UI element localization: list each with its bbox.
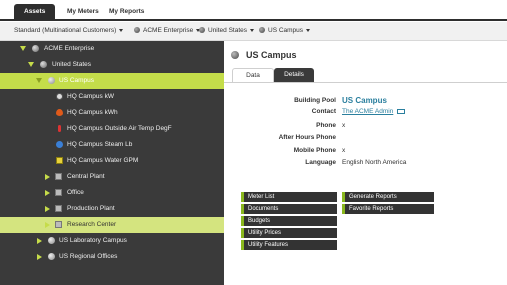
building-icon: [55, 221, 62, 228]
top-nav: Assets My Meters My Reports: [0, 0, 507, 21]
tab-data[interactable]: Data: [232, 68, 274, 82]
tree-item-label: HQ Campus kW: [67, 93, 114, 100]
building-pool-value: US Campus: [342, 96, 387, 105]
language-label: Language: [305, 159, 336, 166]
budgets-button[interactable]: Budgets: [241, 216, 337, 226]
chevron-down-icon: [250, 28, 255, 32]
tree-item-label: Central Plant: [67, 173, 105, 180]
expand-down-icon[interactable]: [20, 46, 26, 51]
tree-item-campus[interactable]: US Regional Offices: [0, 249, 224, 265]
chevron-down-icon: [306, 28, 311, 32]
page-title: US Campus: [246, 50, 297, 60]
flame-icon: [56, 109, 63, 116]
globe-icon: [40, 61, 47, 68]
tree-item-building[interactable]: Office: [0, 185, 224, 201]
tab-my-reports[interactable]: My Reports: [99, 4, 154, 19]
breadcrumb-enterprise-label: ACME Enterprise: [143, 27, 194, 34]
phone-label: Phone: [316, 122, 336, 129]
expand-right-icon[interactable]: [45, 222, 50, 228]
tree-item-label: Production Plant: [67, 205, 115, 212]
building-pool-label: Building Pool: [294, 97, 336, 104]
building-icon: [55, 173, 62, 180]
breadcrumb-standard[interactable]: Standard (Multinational Customers): [14, 27, 124, 34]
tree-item-label: Office: [67, 189, 84, 196]
utility-features-button[interactable]: Utility Features: [241, 240, 337, 250]
tree-item-country[interactable]: United States: [0, 57, 224, 73]
tree-item-building[interactable]: Production Plant: [0, 201, 224, 217]
divider: [224, 82, 507, 83]
expand-right-icon[interactable]: [37, 238, 42, 244]
tab-details[interactable]: Details: [274, 68, 314, 82]
utility-prices-button[interactable]: Utility Prices: [241, 228, 337, 238]
phone-value: x: [342, 122, 346, 129]
building-icon: [55, 205, 62, 212]
breadcrumb-standard-label: Standard (Multinational Customers): [14, 27, 117, 34]
tree-item-label: US Laboratory Campus: [59, 237, 127, 244]
language-value: English North America: [342, 159, 407, 166]
campus-icon: [231, 51, 239, 59]
meter-kw-icon: [56, 93, 63, 100]
campus-icon: [48, 253, 55, 260]
tree-item-meter[interactable]: HQ Campus Steam Lb: [0, 137, 224, 153]
breadcrumb-campus[interactable]: US Campus: [259, 27, 311, 34]
mobile-phone-value: x: [342, 147, 346, 154]
tree-item-meter[interactable]: HQ Campus kW: [0, 89, 224, 105]
breadcrumb-country-label: United States: [208, 27, 248, 34]
thermometer-icon: [58, 125, 61, 132]
steam-icon: [56, 141, 63, 148]
tree-item-meter[interactable]: HQ Campus kWh: [0, 105, 224, 121]
generate-reports-button[interactable]: Generate Reports: [342, 192, 434, 202]
globe-icon: [134, 27, 140, 34]
tree-item-label: US Campus: [59, 77, 95, 84]
mobile-phone-label: Mobile Phone: [293, 147, 336, 154]
tree-item-label: US Regional Offices: [59, 253, 118, 260]
email-icon[interactable]: [397, 108, 406, 114]
tree-item-label: Research Center: [67, 221, 117, 228]
meter-list-button[interactable]: Meter List: [241, 192, 337, 202]
campus-icon: [48, 237, 55, 244]
favorite-reports-button[interactable]: Favorite Reports: [342, 204, 434, 214]
chevron-down-icon: [119, 28, 124, 32]
tab-assets[interactable]: Assets: [14, 4, 56, 19]
building-icon: [55, 189, 62, 196]
contact-link[interactable]: The ACME Admin: [342, 108, 393, 115]
globe-icon: [32, 45, 39, 52]
globe-icon: [259, 27, 265, 34]
expand-down-icon[interactable]: [28, 62, 34, 67]
documents-button[interactable]: Documents: [241, 204, 337, 214]
expand-right-icon[interactable]: [45, 190, 50, 196]
after-hours-phone-label: After Hours Phone: [278, 134, 336, 141]
tree-item-enterprise[interactable]: ACME Enterprise: [0, 41, 224, 57]
tree-item-campus[interactable]: US Laboratory Campus: [0, 233, 224, 249]
expand-down-icon[interactable]: [36, 78, 42, 83]
tree-item-meter[interactable]: HQ Campus Outside Air Temp DegF: [0, 121, 224, 137]
tree-item-label: ACME Enterprise: [44, 45, 95, 52]
contact-label: Contact: [311, 108, 336, 115]
tree-item-label: United States: [52, 61, 92, 68]
campus-icon: [48, 77, 55, 84]
detail-panel: US Campus Data Details Building Pool US …: [224, 41, 507, 285]
tree-item-building[interactable]: Research Center: [0, 217, 224, 233]
tree-item-label: HQ Campus Steam Lb: [67, 141, 133, 148]
breadcrumb-enterprise[interactable]: ACME Enterprise: [134, 27, 201, 34]
tree-item-label: HQ Campus Water GPM: [67, 157, 139, 164]
water-icon: [56, 157, 63, 164]
breadcrumb-campus-label: US Campus: [268, 27, 304, 34]
breadcrumb: Standard (Multinational Customers) ACME …: [0, 22, 507, 41]
tree-item-building[interactable]: Central Plant: [0, 169, 224, 185]
tree-item-campus[interactable]: US Campus: [0, 73, 224, 89]
globe-icon: [199, 27, 205, 34]
contact-value: The ACME Admin: [342, 108, 406, 115]
tree-item-meter[interactable]: HQ Campus Water GPM: [0, 153, 224, 169]
expand-right-icon[interactable]: [37, 254, 42, 260]
breadcrumb-country[interactable]: United States: [199, 27, 255, 34]
expand-right-icon[interactable]: [45, 174, 50, 180]
expand-right-icon[interactable]: [45, 206, 50, 212]
tree-item-label: HQ Campus Outside Air Temp DegF: [67, 125, 172, 132]
tree-item-label: HQ Campus kWh: [67, 109, 118, 116]
asset-tree: ACME Enterprise United States US Campus …: [0, 41, 224, 285]
